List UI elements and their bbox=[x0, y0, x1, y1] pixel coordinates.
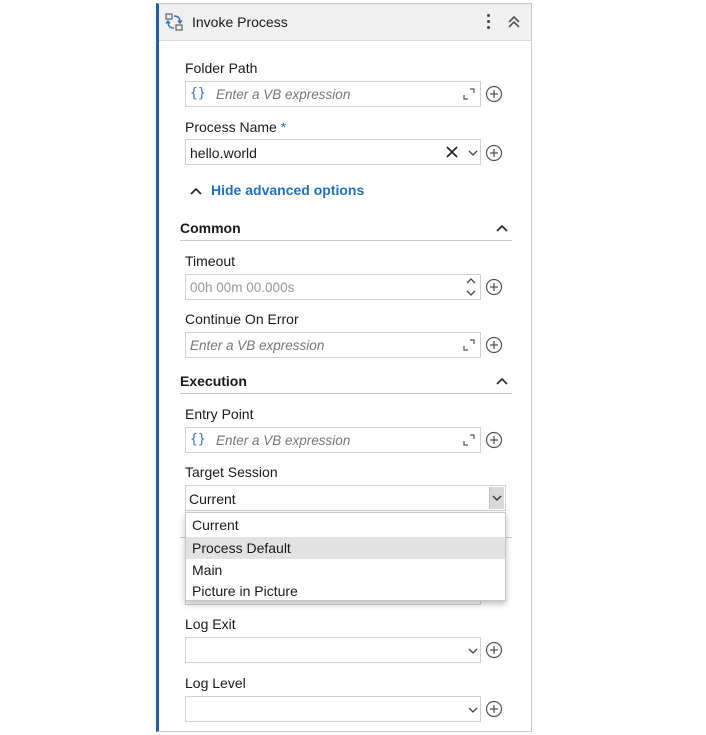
entry-point-label: Entry Point bbox=[185, 406, 254, 422]
dropdown-option-highlighted[interactable]: Process Default bbox=[186, 537, 505, 559]
target-session-label: Target Session bbox=[185, 464, 278, 480]
vb-expression-icon[interactable]: {} bbox=[190, 432, 206, 447]
timeout-label: Timeout bbox=[185, 253, 236, 269]
collapse-double-chevron-icon[interactable] bbox=[505, 13, 523, 31]
target-session-dropdown: Current Process Default Main Picture in … bbox=[185, 512, 506, 601]
log-exit-add-icon[interactable] bbox=[485, 641, 503, 659]
folder-path-add-icon[interactable] bbox=[485, 85, 503, 103]
expand-editor-icon[interactable] bbox=[462, 87, 476, 101]
process-name-value: hello.world bbox=[190, 145, 257, 161]
folder-path-field[interactable]: {} Enter a VB expression bbox=[185, 81, 481, 107]
timeout-field[interactable]: 00h 00m 00.000s bbox=[185, 274, 481, 300]
section-divider bbox=[180, 393, 512, 394]
chevron-down-icon[interactable] bbox=[467, 704, 479, 716]
common-section-title: Common bbox=[180, 220, 241, 236]
target-session-value: Current bbox=[189, 491, 236, 507]
clear-icon[interactable] bbox=[446, 146, 458, 158]
chevron-down-icon bbox=[492, 495, 502, 501]
entry-point-placeholder: Enter a VB expression bbox=[216, 433, 351, 448]
entry-point-field[interactable]: {} Enter a VB expression bbox=[185, 427, 481, 453]
common-collapse-chevron-icon[interactable] bbox=[495, 221, 509, 235]
log-level-add-icon[interactable] bbox=[485, 700, 503, 718]
chevron-up-icon[interactable] bbox=[189, 184, 203, 198]
process-name-field[interactable]: hello.world bbox=[185, 139, 481, 165]
continue-on-error-add-icon[interactable] bbox=[485, 336, 503, 354]
target-session-select[interactable]: Current bbox=[185, 485, 506, 511]
activity-title: Invoke Process bbox=[192, 14, 288, 30]
log-exit-select[interactable] bbox=[185, 637, 481, 663]
log-level-select[interactable] bbox=[185, 696, 481, 722]
select-dropdown-button[interactable] bbox=[489, 487, 504, 509]
expand-editor-icon[interactable] bbox=[462, 433, 476, 447]
continue-on-error-placeholder: Enter a VB expression bbox=[190, 338, 325, 353]
log-exit-label: Log Exit bbox=[185, 616, 236, 632]
properties-panel: Invoke Process Folder Path {} Enter a VB… bbox=[156, 3, 532, 732]
execution-collapse-chevron-icon[interactable] bbox=[495, 374, 509, 388]
continue-on-error-label: Continue On Error bbox=[185, 311, 299, 327]
vb-expression-icon[interactable]: {} bbox=[190, 86, 206, 101]
timeout-placeholder: 00h 00m 00.000s bbox=[190, 280, 295, 295]
chevron-down-icon[interactable] bbox=[467, 645, 479, 657]
folder-path-label: Folder Path bbox=[185, 60, 258, 76]
expand-editor-icon[interactable] bbox=[462, 338, 476, 352]
panel-header: Invoke Process bbox=[159, 4, 531, 41]
timeout-add-icon[interactable] bbox=[485, 278, 503, 296]
process-name-add-icon[interactable] bbox=[485, 144, 503, 162]
dropdown-option[interactable]: Current bbox=[186, 514, 505, 536]
continue-on-error-field[interactable]: Enter a VB expression bbox=[185, 332, 481, 358]
chevron-down-icon[interactable] bbox=[467, 147, 479, 159]
dropdown-option[interactable]: Main bbox=[186, 559, 505, 581]
spinner-arrows-icon[interactable] bbox=[465, 275, 477, 299]
entry-point-add-icon[interactable] bbox=[485, 431, 503, 449]
section-divider bbox=[180, 240, 512, 241]
log-level-label: Log Level bbox=[185, 675, 246, 691]
process-name-label: Process Name * bbox=[185, 119, 287, 135]
dropdown-option[interactable]: Picture in Picture bbox=[186, 582, 505, 600]
hide-advanced-options-link[interactable]: Hide advanced options bbox=[211, 182, 364, 198]
invoke-process-icon bbox=[165, 13, 183, 31]
execution-section-title: Execution bbox=[180, 373, 247, 389]
more-options-icon[interactable] bbox=[482, 12, 494, 32]
folder-path-placeholder: Enter a VB expression bbox=[216, 87, 351, 102]
